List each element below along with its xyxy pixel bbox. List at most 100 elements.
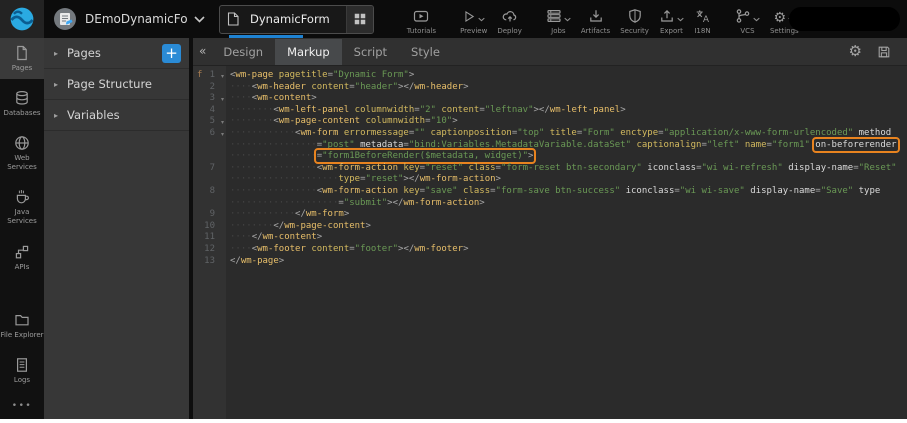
gutter-cell: 8 [193, 186, 226, 198]
tab-markup[interactable]: Markup [275, 39, 342, 65]
line-number: 1 [210, 70, 215, 82]
menu-item-artifacts[interactable]: Artifacts [581, 4, 610, 35]
code-row: 7················<wm-form-action key="re… [193, 163, 907, 175]
code-row: f1▾<wm-page pagetitle="Dynamic Form"> [193, 70, 907, 82]
indent-whitespace: ···· [230, 232, 252, 242]
sidebar-item-logs[interactable]: Logs [0, 350, 44, 391]
menu-item-deploy[interactable]: Deploy [497, 4, 522, 35]
line-number: 2 [210, 82, 215, 94]
code-row: ················="post" metadata="bind:V… [193, 140, 907, 152]
pages-icon [14, 45, 30, 61]
menu-item-label: VCS [740, 27, 754, 35]
menu-item-export[interactable]: Export [659, 4, 684, 35]
chevron-down-icon [677, 17, 684, 22]
save-icon[interactable] [877, 45, 891, 59]
project-name: DEmoDynamicFor... [85, 12, 187, 26]
gutter-cell: 10 [193, 221, 226, 233]
gutter-cell: 5▾ [193, 116, 226, 128]
line-number: 11 [204, 232, 215, 244]
code-line-text: ········<wm-page-content columnwidth="10… [226, 116, 458, 128]
menu-item-vcs[interactable]: VCS [735, 4, 760, 35]
grid-view-icon[interactable] [346, 6, 373, 33]
code-line-text: ····</wm-content> [226, 232, 322, 244]
explorer-section-label: Pages [67, 46, 162, 60]
open-page-tab[interactable]: DynamicForm [219, 5, 374, 34]
menu-item-label: Export [660, 27, 683, 35]
project-selector[interactable]: DEmoDynamicFor... [53, 7, 205, 31]
indent-whitespace: ···· [230, 82, 252, 92]
tab-style[interactable]: Style [399, 39, 452, 65]
gutter-cell [193, 140, 226, 152]
explorer-section-page-structure[interactable]: ▸Page Structure [44, 69, 189, 100]
chevron-down-icon [478, 17, 485, 22]
indent-whitespace: ········ [230, 221, 273, 231]
explorer-section-variables[interactable]: ▸Variables [44, 100, 189, 131]
menu-item-preview[interactable]: Preview [460, 4, 487, 35]
gutter-cell: 4 [193, 105, 226, 117]
sidebar-item-java-services[interactable]: Java Services [0, 182, 44, 232]
menu-item-label: Tutorials [407, 27, 436, 35]
code-row: ····················="submit"></wm-form-… [193, 198, 907, 210]
code-line-text: ················<wm-form-action key="sav… [226, 186, 880, 198]
code-row: 3▾····<wm-content> [193, 93, 907, 105]
menu-item-label: Preview [460, 27, 487, 35]
java-services-icon [14, 189, 30, 205]
editor-actions: ⚙ [849, 44, 907, 59]
top-menu: Tutorials Preview Deploy Jobs Artifacts Secur… [402, 4, 804, 35]
code-line-text: ····<wm-footer content="footer"></wm-foo… [226, 244, 469, 256]
code-line-text: <wm-page pagetitle="Dynamic Form"> [226, 70, 414, 82]
markup-code-editor[interactable]: f1▾<wm-page pagetitle="Dynamic Form">2 ··… [193, 66, 907, 419]
menu-item-security[interactable]: Security [620, 4, 649, 35]
apis-icon [14, 244, 30, 260]
collapse-panel-button[interactable]: « [193, 44, 211, 60]
indent-whitespace: ················ [230, 151, 317, 161]
code-line-text: ············<wm-form errormessage="" cap… [226, 128, 891, 140]
sidebar-item-pages[interactable]: Pages [0, 38, 44, 79]
indent-whitespace: ···· [230, 93, 252, 103]
sidebar-item-databases[interactable]: Databases [0, 83, 44, 124]
sidebar-item-label: Java Services [0, 208, 44, 226]
indent-whitespace: ···· [230, 244, 252, 254]
menu-item-tutorials[interactable]: Tutorials [407, 4, 436, 35]
add-page-button[interactable]: + [162, 44, 181, 63]
menu-item-i18n[interactable]: A I18N [694, 4, 711, 35]
indent-whitespace: ············ [230, 128, 295, 138]
sidebar-more-button[interactable]: ••• [0, 391, 44, 419]
code-line-text: ····<wm-content> [226, 93, 317, 105]
line-number: 12 [204, 244, 215, 256]
editor-settings-icon[interactable]: ⚙ [849, 44, 862, 59]
tab-script[interactable]: Script [342, 39, 399, 65]
sidebar-item-file-explorer[interactable]: File Explorer [0, 305, 44, 346]
code-line-text: ········</wm-page-content> [226, 221, 371, 233]
account-pill[interactable] [789, 7, 900, 31]
tab-design[interactable]: Design [211, 39, 275, 65]
code-line-text: ················="form1BeforeRender($met… [226, 151, 533, 163]
line-number: 7 [210, 163, 215, 175]
artifacts-icon [588, 8, 604, 24]
databases-icon [14, 90, 30, 106]
indent-whitespace: ········ [230, 116, 273, 126]
explorer-section-pages[interactable]: ▸Pages+ [44, 38, 189, 69]
i18n-icon: A [694, 8, 711, 24]
menu-item-label: Security [620, 27, 649, 35]
line-number: 10 [204, 221, 215, 233]
sidebar-item-label: Logs [14, 376, 30, 385]
code-row: 6▾············<wm-form errormessage="" c… [193, 128, 907, 140]
code-line-text: ················="post" metadata="bind:V… [226, 140, 897, 152]
line-number: 9 [210, 209, 215, 221]
indent-whitespace: ················ [230, 163, 317, 173]
svg-text:A: A [703, 15, 710, 24]
sidebar-item-apis[interactable]: APIs [0, 237, 44, 278]
deploy-icon [501, 8, 519, 24]
gutter-f-marker: f [197, 70, 202, 82]
gutter-cell: 12 [193, 244, 226, 256]
expander-triangle-icon: ▸ [54, 80, 58, 89]
menu-item-label: I18N [694, 27, 710, 35]
expander-triangle-icon: ▸ [54, 111, 58, 120]
line-number: 3 [210, 93, 215, 105]
wavemaker-logo[interactable] [0, 0, 44, 38]
menu-item-jobs[interactable]: Jobs [546, 4, 571, 35]
sidebar-item-web-services[interactable]: Web Services [0, 128, 44, 178]
indent-whitespace: ···················· [230, 198, 338, 208]
code-row: 4········<wm-left-panel columnwidth="2" … [193, 105, 907, 117]
